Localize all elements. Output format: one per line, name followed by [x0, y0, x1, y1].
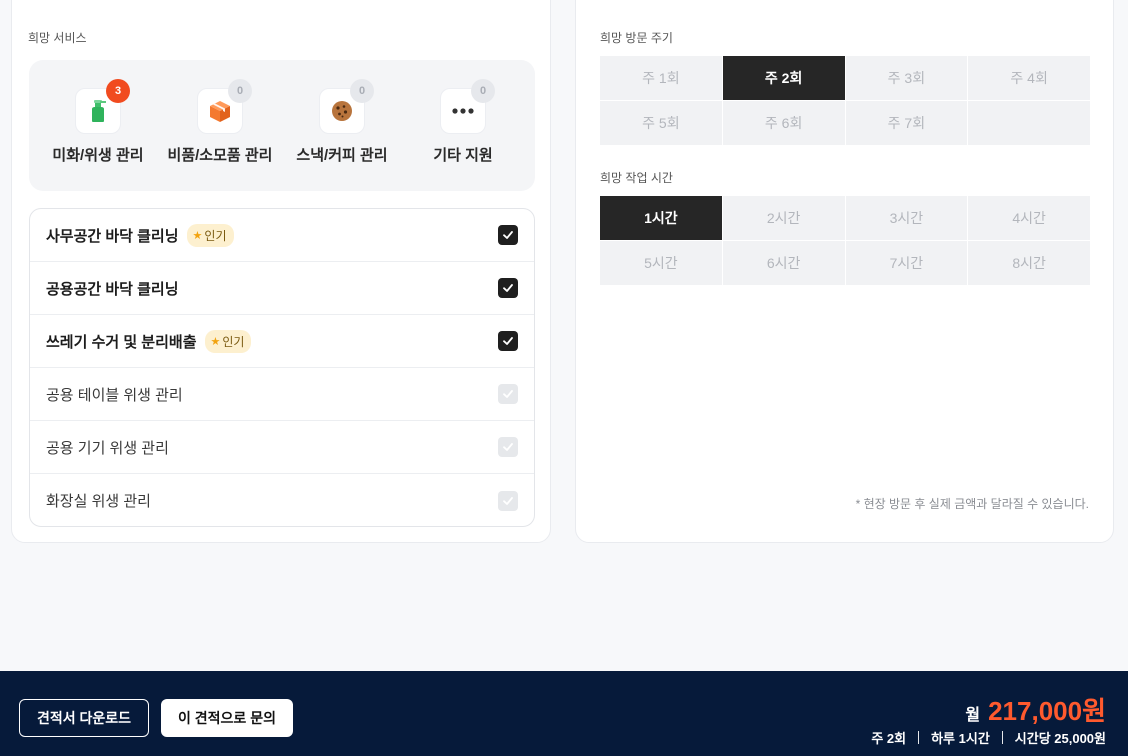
- frequency-option[interactable]: 주 7회: [845, 101, 968, 145]
- frequency-option[interactable]: 주 5회: [600, 101, 722, 145]
- service-row[interactable]: 공용 테이블 위생 관리: [30, 368, 534, 421]
- category-label: 미화/위생 관리: [52, 147, 144, 164]
- hours-option[interactable]: 3시간: [845, 196, 968, 240]
- frequency-option[interactable]: 주 1회: [600, 56, 722, 100]
- check-icon: [503, 337, 513, 345]
- service-name: 공용공간 바닥 클리닝: [46, 280, 179, 298]
- hours-grid: 1시간 2시간 3시간 4시간 5시간 6시간 7시간 8시간: [600, 196, 1090, 285]
- category-count-badge: 0: [350, 79, 374, 103]
- frequency-option[interactable]: 주 4회: [968, 56, 1090, 100]
- quote-summary: 주 2회 하루 1시간 시간당 25,000원: [871, 728, 1106, 747]
- frequency-option[interactable]: 주 3회: [845, 56, 968, 100]
- popular-badge: ★ 인기: [204, 329, 252, 353]
- service-row[interactable]: 화장실 위생 관리: [30, 474, 534, 526]
- section-label-hours: 희망 작업 시간: [600, 171, 673, 185]
- hours-option[interactable]: 4시간: [968, 196, 1090, 240]
- check-icon: [503, 496, 513, 505]
- category-label: 스낵/커피 관리: [296, 147, 388, 164]
- service-name: 사무공간 바닥 클리닝: [46, 227, 179, 245]
- price-prefix: 월: [965, 707, 981, 724]
- check-icon: [503, 390, 513, 398]
- checkbox-checked[interactable]: [498, 225, 518, 245]
- hours-option[interactable]: 8시간: [968, 241, 1090, 285]
- check-icon: [503, 231, 513, 239]
- service-card: 희망 서비스 3 미화/위생 관리 0 비품/소모품 관리 0 스낵/커피 관리…: [11, 0, 551, 543]
- category-count-badge: 3: [106, 79, 130, 103]
- service-row[interactable]: 공용공간 바닥 클리닝: [30, 262, 534, 315]
- checkbox-checked[interactable]: [498, 278, 518, 298]
- frequency-grid: 주 1회 주 2회 주 3회 주 4회 주 5회 주 6회 주 7회: [600, 56, 1090, 145]
- quote-footer: 견적서 다운로드 이 견적으로 문의 월 217,000원 주 2회 하루 1시…: [0, 671, 1128, 756]
- hours-option[interactable]: 5시간: [600, 241, 722, 285]
- service-name: 공용 기기 위생 관리: [46, 439, 169, 457]
- service-row[interactable]: 공용 기기 위생 관리: [30, 421, 534, 474]
- checkbox-checked[interactable]: [498, 331, 518, 351]
- divider: [1001, 731, 1003, 744]
- section-label-frequency: 희망 방문 주기: [600, 31, 673, 45]
- category-panel: 3 미화/위생 관리 0 비품/소모품 관리 0 스낵/커피 관리 0 기타 지…: [29, 60, 535, 191]
- category-count-badge: 0: [228, 79, 252, 103]
- service-list: 사무공간 바닥 클리닝 ★ 인기 공용공간 바닥 클리닝 쓰레기 수거 및 분리배…: [29, 208, 535, 527]
- inquiry-button[interactable]: 이 견적으로 문의: [161, 699, 293, 737]
- frequency-option-selected[interactable]: 주 2회: [722, 56, 845, 100]
- package-box-icon: 0: [197, 79, 252, 134]
- hours-option-selected[interactable]: 1시간: [600, 196, 722, 240]
- price-disclaimer: * 현장 방문 후 실제 금액과 달라질 수 있습니다.: [855, 497, 1089, 511]
- category-count-badge: 0: [471, 79, 495, 103]
- star-icon: ★: [210, 335, 221, 348]
- category-other[interactable]: 0 기타 지원: [403, 79, 523, 165]
- summary-frequency: 주 2회: [871, 731, 907, 746]
- hours-option[interactable]: 2시간: [722, 196, 845, 240]
- more-dots-icon: 0: [440, 79, 495, 134]
- checkbox-unchecked[interactable]: [498, 384, 518, 404]
- star-icon: ★: [192, 229, 203, 242]
- frequency-empty-cell: [968, 101, 1090, 145]
- price-value: 217,000원: [988, 696, 1106, 726]
- category-label: 기타 지원: [433, 147, 493, 164]
- frequency-option[interactable]: 주 6회: [722, 101, 845, 145]
- category-cleaning[interactable]: 3 미화/위생 관리: [38, 79, 158, 165]
- checkbox-unchecked[interactable]: [498, 437, 518, 457]
- service-name: 화장실 위생 관리: [46, 493, 151, 510]
- section-label-service: 희망 서비스: [28, 31, 87, 45]
- category-supplies[interactable]: 0 비품/소모품 관리: [160, 79, 280, 165]
- service-row[interactable]: 쓰레기 수거 및 분리배출 ★ 인기: [30, 315, 534, 368]
- category-snack-coffee[interactable]: 0 스낵/커피 관리: [282, 79, 402, 165]
- hours-option[interactable]: 6시간: [722, 241, 845, 285]
- check-icon: [503, 443, 513, 451]
- service-name: 쓰레기 수거 및 분리배출: [46, 333, 197, 351]
- divider: [918, 731, 920, 744]
- category-label: 비품/소모품 관리: [167, 147, 273, 164]
- summary-daily-hours: 하루 1시간: [931, 731, 990, 746]
- popular-badge: ★ 인기: [186, 223, 234, 247]
- schedule-card: 희망 방문 주기 주 1회 주 2회 주 3회 주 4회 주 5회 주 6회 주…: [575, 0, 1114, 543]
- spray-bottle-icon: 3: [75, 79, 130, 134]
- checkbox-unchecked[interactable]: [498, 490, 518, 511]
- service-row[interactable]: 사무공간 바닥 클리닝 ★ 인기: [30, 209, 534, 262]
- cookie-icon: 0: [319, 79, 374, 134]
- download-quote-button[interactable]: 견적서 다운로드: [19, 699, 149, 737]
- monthly-price: 월 217,000원: [965, 691, 1106, 728]
- check-icon: [503, 284, 513, 292]
- hours-option[interactable]: 7시간: [845, 241, 968, 285]
- service-name: 공용 테이블 위생 관리: [46, 386, 183, 404]
- summary-hourly-rate: 시간당 25,000원: [1014, 731, 1106, 746]
